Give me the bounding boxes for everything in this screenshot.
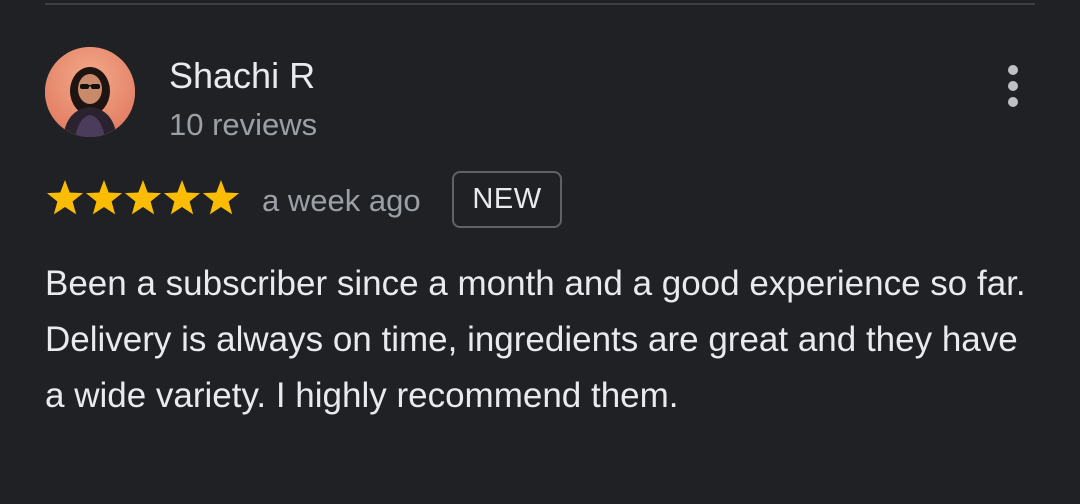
avatar[interactable] — [45, 47, 135, 137]
more-vert-icon-dot — [1008, 97, 1018, 107]
more-vert-icon — [1008, 65, 1018, 75]
star-icon — [201, 178, 241, 218]
more-options-button[interactable] — [992, 62, 1034, 110]
top-divider — [45, 3, 1035, 5]
reviewer-review-count: 10 reviews — [169, 107, 318, 142]
review-text: Been a subscriber since a month and a go… — [45, 264, 1026, 415]
review-time: a week ago — [262, 183, 421, 218]
star-icon — [123, 178, 163, 218]
new-badge: NEW — [452, 171, 562, 228]
star-rating — [45, 176, 240, 220]
star-icon — [162, 178, 202, 218]
more-vert-icon-dot — [1008, 81, 1018, 91]
reviewer-name[interactable]: Shachi R — [169, 54, 315, 98]
star-icon — [45, 178, 85, 218]
avatar-image — [45, 47, 135, 137]
star-icon — [84, 178, 124, 218]
